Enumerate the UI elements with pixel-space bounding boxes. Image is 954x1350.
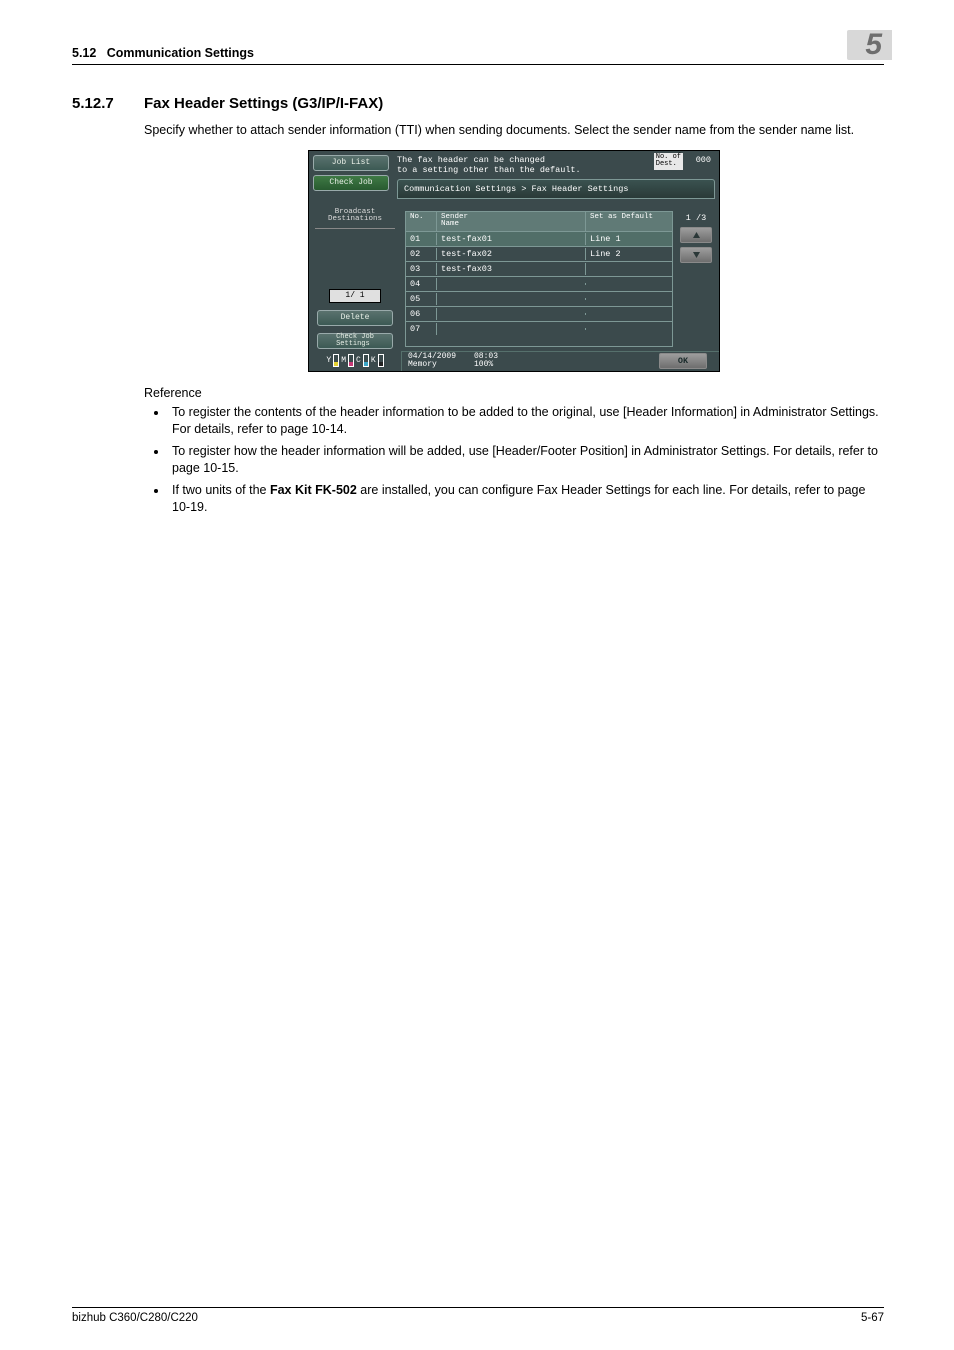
scroll-up-button[interactable] <box>680 227 712 243</box>
cell-no: 07 <box>406 323 437 335</box>
cell-sender <box>437 313 586 315</box>
cell-default <box>586 313 672 315</box>
toner-black-icon <box>378 354 384 367</box>
ok-button[interactable]: OK <box>659 353 707 369</box>
intro-paragraph: Specify whether to attach sender informa… <box>144 122 884 140</box>
cell-default <box>586 298 672 300</box>
sender-table: No. Sender Name Set as Default 01test-fa… <box>405 211 673 347</box>
cell-default: Line 2 <box>586 248 672 260</box>
breadcrumb: Communication Settings > Fax Header Sett… <box>397 179 715 199</box>
cell-no: 03 <box>406 263 437 275</box>
cell-no: 01 <box>406 233 437 245</box>
col-no: No. <box>406 212 437 231</box>
table-row[interactable]: 06 <box>406 306 672 321</box>
cell-sender <box>437 328 586 330</box>
status-memory: 08:03100% <box>474 353 498 371</box>
cell-no: 06 <box>406 308 437 320</box>
toner-magenta-icon <box>348 354 354 367</box>
cell-no: 04 <box>406 278 437 290</box>
broadcast-destinations-label: Broadcast Destinations <box>315 209 395 229</box>
reference-list: To register the contents of the header i… <box>144 404 884 517</box>
chapter-badge: 5 <box>847 30 892 60</box>
col-default: Set as Default <box>586 212 672 231</box>
cell-default <box>586 283 672 285</box>
toner-levels: Y M C K <box>309 351 401 371</box>
table-row[interactable]: 03test-fax03 <box>406 261 672 276</box>
table-row[interactable]: 04 <box>406 276 672 291</box>
list-item: To register how the header information w… <box>168 443 884 478</box>
section-heading: 5.12.7 Fax Header Settings (G3/IP/I-FAX) <box>72 95 884 112</box>
header-section: 5.12 Communication Settings <box>72 46 254 60</box>
section-number: 5.12.7 <box>72 95 144 112</box>
list-item: If two units of the Fax Kit FK-502 are i… <box>168 482 884 517</box>
delete-button[interactable]: Delete <box>317 310 393 326</box>
cell-default: Line 1 <box>586 233 672 245</box>
cell-sender: test-fax03 <box>437 263 586 275</box>
cell-no: 02 <box>406 248 437 260</box>
col-sender-name: Sender Name <box>437 212 586 231</box>
table-row[interactable]: 05 <box>406 291 672 306</box>
cell-no: 05 <box>406 293 437 305</box>
list-item: To register the contents of the header i… <box>168 404 884 439</box>
table-row[interactable]: 07 <box>406 321 672 336</box>
cell-default <box>586 268 672 270</box>
table-row[interactable]: 02test-fax02Line 2 <box>406 246 672 261</box>
cell-sender: test-fax02 <box>437 248 586 260</box>
cell-default <box>586 328 672 330</box>
device-screenshot: Job List Check Job The fax header can be… <box>308 150 720 372</box>
page-header: 5.12 Communication Settings 5 <box>72 30 884 65</box>
page-footer: bizhub C360/C280/C220 5-67 <box>72 1307 884 1324</box>
left-page-indicator: 1/ 1 <box>329 289 381 303</box>
pager-indicator: 1 /3 <box>686 213 706 223</box>
job-list-button[interactable]: Job List <box>313 155 389 171</box>
table-row[interactable]: 01test-fax01Line 1 <box>406 231 672 246</box>
footer-model: bizhub C360/C280/C220 <box>72 1312 198 1324</box>
check-job-settings-button[interactable]: Check Job Settings <box>317 333 393 349</box>
cell-sender: test-fax01 <box>437 233 586 245</box>
footer-page-number: 5-67 <box>861 1312 884 1324</box>
status-datetime: 04/14/2009Memory <box>408 353 474 371</box>
section-title: Fax Header Settings (G3/IP/I-FAX) <box>144 95 383 112</box>
dest-count-label: No. of Dest. <box>654 153 683 170</box>
cell-sender <box>437 283 586 285</box>
reference-heading: Reference <box>144 386 884 400</box>
scroll-down-button[interactable] <box>680 247 712 263</box>
cell-sender <box>437 298 586 300</box>
dest-count-value: 000 <box>696 155 711 165</box>
toner-yellow-icon <box>333 354 339 367</box>
check-job-button[interactable]: Check Job <box>313 175 389 191</box>
toner-cyan-icon <box>363 354 369 367</box>
